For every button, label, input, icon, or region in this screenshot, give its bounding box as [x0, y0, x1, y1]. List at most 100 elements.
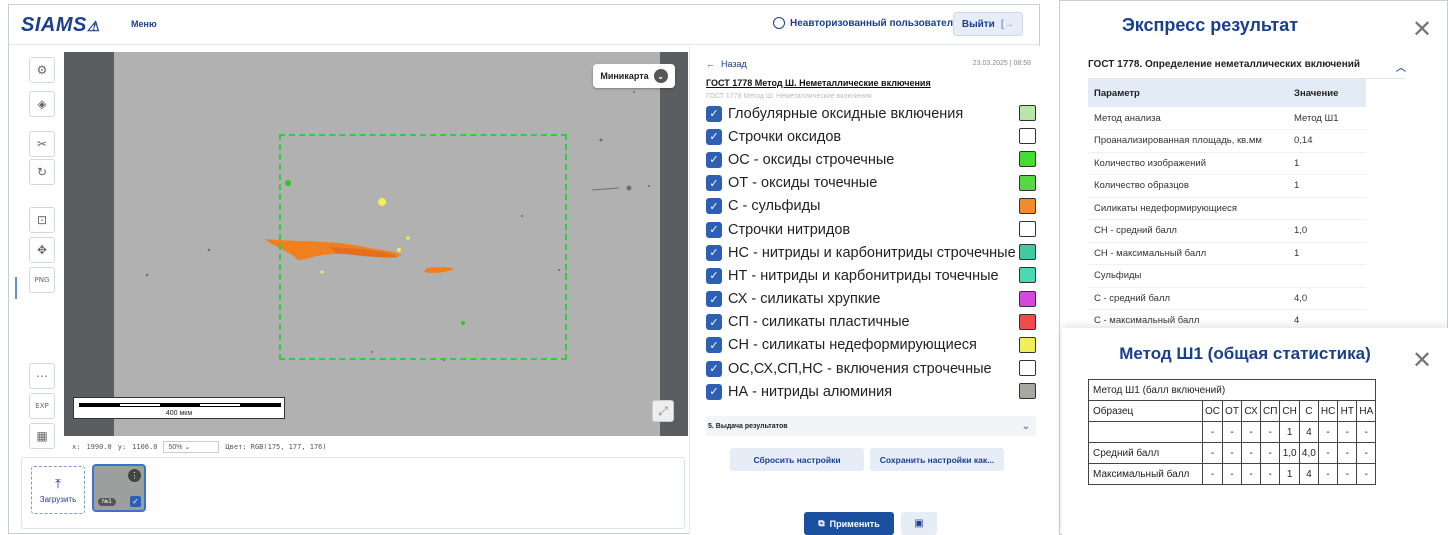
menu-link[interactable]: Меню — [131, 19, 157, 29]
color-swatch[interactable] — [1019, 151, 1036, 168]
minimap-button[interactable]: Миникарта ⌄ — [593, 64, 675, 88]
value-cell: 1 — [1279, 421, 1300, 443]
color-swatch[interactable] — [1019, 174, 1036, 191]
column-header: ОС — [1202, 400, 1223, 422]
inclusion-item[interactable]: ✓ СП - силикаты пластичные — [706, 311, 1036, 334]
table-row: Метод Ш1 (балл включений) — [1087, 379, 1377, 401]
inclusion-checkbox[interactable]: ✓ — [706, 291, 722, 308]
layers-icon[interactable]: ◈ — [29, 91, 55, 117]
siams-logo[interactable]: SIAMS⚠ — [21, 14, 100, 37]
column-header: СХ — [1241, 400, 1261, 422]
zoom-select[interactable]: 50% ⌄ — [163, 441, 220, 453]
image-thumbnail[interactable]: ⋮ №1 ✓ — [92, 464, 146, 512]
column-header-value: Значение — [1288, 79, 1366, 107]
inclusion-checkbox[interactable]: ✓ — [706, 383, 722, 400]
inclusion-checkbox[interactable]: ✓ — [706, 128, 722, 145]
close-icon[interactable]: ✕ — [1412, 348, 1432, 372]
back-link[interactable]: ← Назад — [706, 59, 747, 69]
close-icon[interactable]: ✕ — [1412, 17, 1432, 41]
gost-section-header[interactable]: ГОСТ 1778. Определение неметаллических в… — [1088, 59, 1406, 79]
inclusion-item[interactable]: ✓ НТ - нитриды и карбонитриды точечные — [706, 264, 1036, 287]
inclusion-item[interactable]: ✓ СН - силикаты недеформирующиеся — [706, 334, 1036, 357]
table-row: Образец ОС ОТ СХ СП СН С НС НТ НА — [1088, 400, 1377, 422]
reset-settings-button[interactable]: Сбросить настройки — [730, 448, 864, 471]
back-label: Назад — [721, 59, 747, 69]
parameter-cell: Метод анализа — [1088, 107, 1288, 130]
top-bar: SIAMS⚠ Меню Неавторизованный пользовател… — [9, 5, 1039, 45]
inclusion-item[interactable]: ✓ СХ - силикаты хрупкие — [706, 288, 1036, 311]
save-settings-button[interactable]: Сохранить настройки как... — [870, 448, 1004, 471]
color-swatch[interactable] — [1019, 128, 1036, 145]
thumbnail-checkbox[interactable]: ✓ — [130, 496, 141, 507]
value-cell: - — [1356, 442, 1377, 464]
color-swatch[interactable] — [1019, 383, 1036, 400]
table-caption: Метод Ш1 (балл включений) — [1087, 379, 1377, 401]
color-swatch[interactable] — [1019, 313, 1036, 330]
scissors-icon[interactable]: ✂ — [29, 131, 55, 157]
sample-header: Образец — [1088, 400, 1203, 422]
save-icon[interactable]: ▣ — [901, 512, 937, 535]
color-swatch[interactable] — [1019, 220, 1036, 237]
inclusion-checkbox[interactable]: ✓ — [706, 337, 722, 354]
column-header: СН — [1279, 400, 1300, 422]
results-section-label: 5. Выдача результатов — [708, 422, 788, 430]
image-viewport[interactable]: Миникарта ⌄ 400 мкм ⤢ — [64, 52, 688, 436]
inclusion-checkbox[interactable]: ✓ — [706, 198, 722, 215]
exp-export-button[interactable]: EXP — [29, 393, 55, 419]
inclusion-checkbox[interactable]: ✓ — [706, 221, 722, 238]
inclusion-checkbox[interactable]: ✓ — [706, 244, 722, 261]
inclusion-label: ОС - оксиды строчечные — [728, 151, 895, 168]
expand-icon[interactable]: ⤢ — [652, 400, 674, 422]
inclusion-item[interactable]: ✓ Строчки нитридов — [706, 218, 1036, 241]
ruler-icon[interactable]: ⋯ — [29, 363, 55, 389]
settings-gear-icon[interactable]: ⚙ — [29, 57, 55, 83]
inclusion-checkbox[interactable]: ✓ — [706, 360, 722, 377]
upload-button[interactable]: ⤒ Загрузить — [31, 466, 85, 514]
logout-button[interactable]: Выйти [→ — [953, 12, 1023, 36]
inclusion-item[interactable]: ✓ НА - нитриды алюминия — [706, 380, 1036, 403]
chevron-down-icon: ⌄ — [653, 69, 668, 83]
value-cell: - — [1356, 463, 1377, 485]
color-swatch[interactable] — [1019, 244, 1036, 261]
rotate-icon[interactable]: ↻ — [29, 159, 55, 185]
color-swatch[interactable] — [1019, 290, 1036, 307]
parameters-table: Параметр Значение Метод анализа Метод Ш1 П… — [1088, 79, 1366, 333]
micrograph[interactable] — [114, 52, 660, 436]
center-target-icon[interactable]: ⊡ — [29, 207, 55, 233]
column-header-parameter: Параметр — [1088, 79, 1288, 107]
png-export-button[interactable]: PNG — [29, 267, 55, 293]
value-cell: - — [1222, 442, 1242, 464]
inclusion-item[interactable]: ✓ Глобулярные оксидные включения — [706, 102, 1036, 125]
inclusion-checkbox[interactable]: ✓ — [706, 151, 722, 168]
inclusion-item[interactable]: ✓ Строчки оксидов — [706, 125, 1036, 148]
inclusion-checkbox[interactable]: ✓ — [706, 175, 722, 192]
color-swatch[interactable] — [1019, 360, 1036, 377]
inclusion-item[interactable]: ✓ ОС - оксиды строчечные — [706, 148, 1036, 171]
inclusion-item[interactable]: ✓ ОТ - оксиды точечные — [706, 172, 1036, 195]
more-icon[interactable]: ⋮ — [128, 469, 141, 482]
inclusion-item[interactable]: ✓ НС - нитриды и карбонитриды строчечные — [706, 241, 1036, 264]
analysis-region[interactable] — [279, 134, 567, 360]
color-swatch[interactable] — [1019, 336, 1036, 353]
color-swatch[interactable] — [1019, 197, 1036, 214]
inclusion-checkbox[interactable]: ✓ — [706, 314, 722, 331]
color-swatch[interactable] — [1019, 105, 1036, 121]
results-section-header[interactable]: 5. Выдача результатов ⌄ — [706, 416, 1036, 436]
apply-button[interactable]: ⧉ Применить — [804, 512, 894, 535]
inclusion-item[interactable]: ✓ С - сульфиды — [706, 195, 1036, 218]
inclusion-checkbox[interactable]: ✓ — [706, 105, 722, 122]
table-row: Силикаты недеформирующиеся — [1088, 197, 1366, 220]
parameter-cell: Количество образцов — [1088, 174, 1288, 198]
color-swatch[interactable] — [1019, 267, 1036, 284]
statistics-table: Метод Ш1 (балл включений) Образец ОС ОТ СХ СП… — [1087, 379, 1377, 485]
inclusion-item[interactable]: ✓ ОС,СХ,СП,НС - включения строчечные — [706, 357, 1036, 380]
table-row: Сульфиды — [1088, 264, 1366, 288]
inclusion-list: ✓ Глобулярные оксидные включения ✓ Строчки … — [706, 102, 1036, 403]
grid-icon[interactable]: ▦ — [29, 423, 55, 449]
parameter-cell: Количество изображений — [1088, 152, 1288, 175]
inclusion-label: НА - нитриды алюминия — [728, 383, 893, 400]
value-cell: 4 — [1298, 463, 1319, 485]
move-cross-icon[interactable]: ✥ — [29, 237, 55, 263]
chevron-up-icon: ︿ — [1396, 63, 1406, 74]
inclusion-checkbox[interactable]: ✓ — [706, 267, 722, 284]
